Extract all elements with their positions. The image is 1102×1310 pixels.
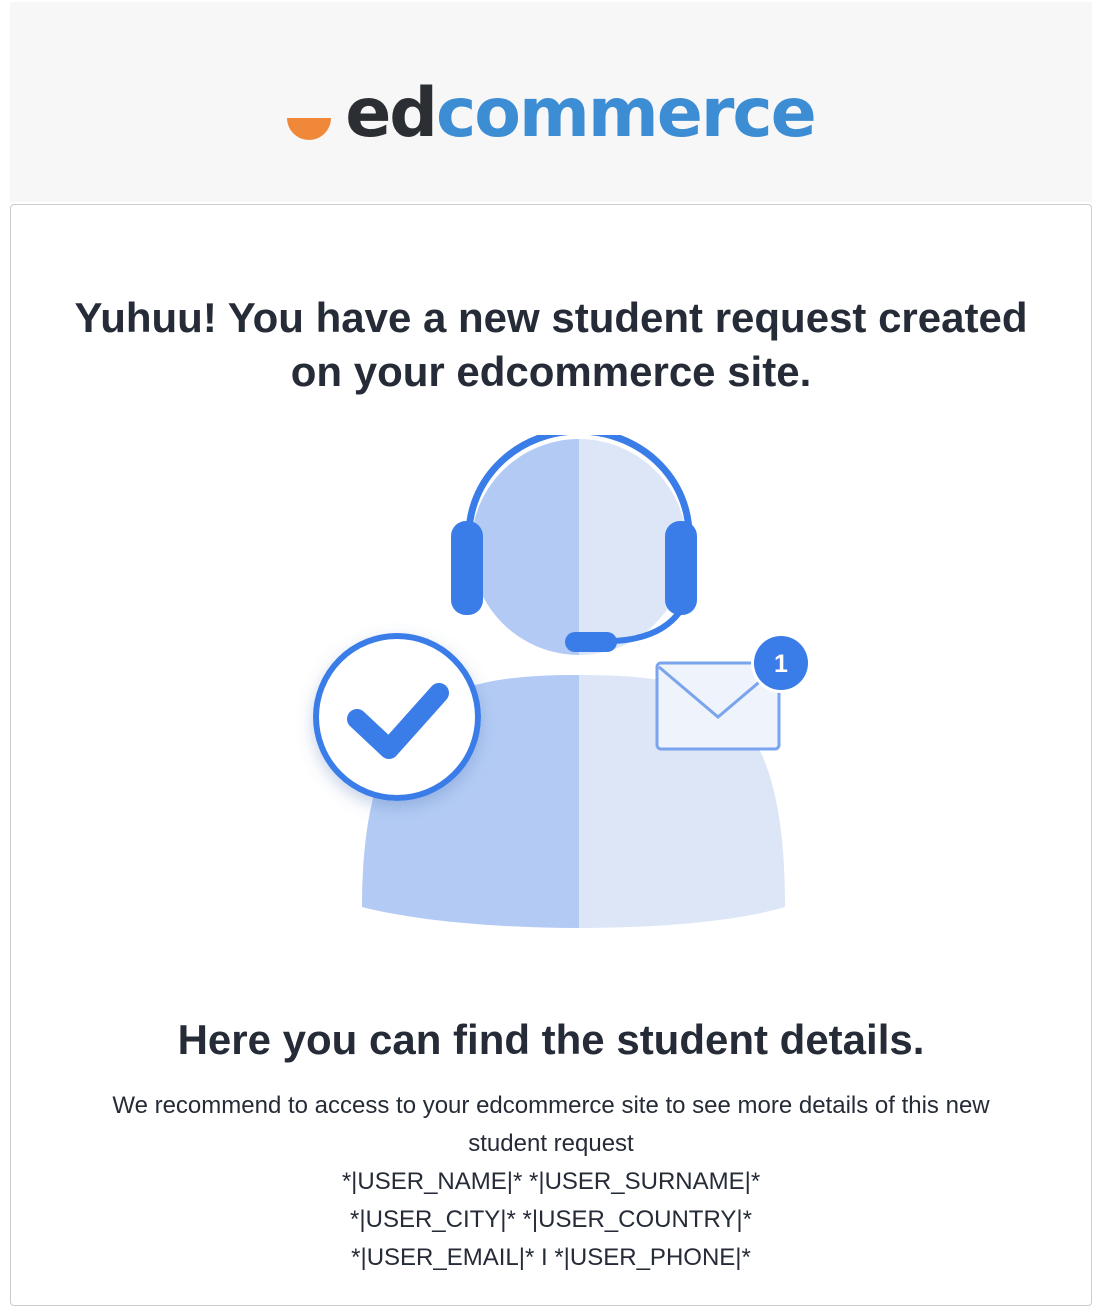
email-header: edcommerce (10, 2, 1092, 202)
details-heading: Here you can find the student details. (177, 1016, 925, 1063)
email-body-card: Yuhuu! You have a new student request cr… (10, 204, 1092, 1306)
student-details: We recommend to access to your edcommerc… (71, 1087, 1031, 1277)
person-head-icon (471, 439, 687, 655)
notification-badge: 1 (751, 633, 811, 693)
checkmark-badge-icon (313, 633, 481, 801)
user-contact-line: *|USER_EMAIL|* I *|USER_PHONE|* (351, 1244, 751, 1271)
edcommerce-logo: edcommerce (10, 68, 1092, 148)
logo-text-commerce: commerce (435, 74, 817, 153)
email-headline: Yuhuu! You have a new student request cr… (74, 294, 1028, 395)
recommendation-text: We recommend to access to your edcommerc… (112, 1092, 990, 1157)
logo-wordmark: edcommerce (345, 80, 817, 148)
user-name-line: *|USER_NAME|* *|USER_SURNAME|* (341, 1168, 761, 1195)
logo-mark-icon (287, 118, 332, 140)
support-agent-illustration: 1 (313, 435, 811, 928)
user-location-line: *|USER_CITY|* *|USER_COUNTRY|* (350, 1206, 752, 1233)
notification-count: 1 (774, 650, 788, 678)
logo-text-ed: ed (345, 74, 438, 153)
